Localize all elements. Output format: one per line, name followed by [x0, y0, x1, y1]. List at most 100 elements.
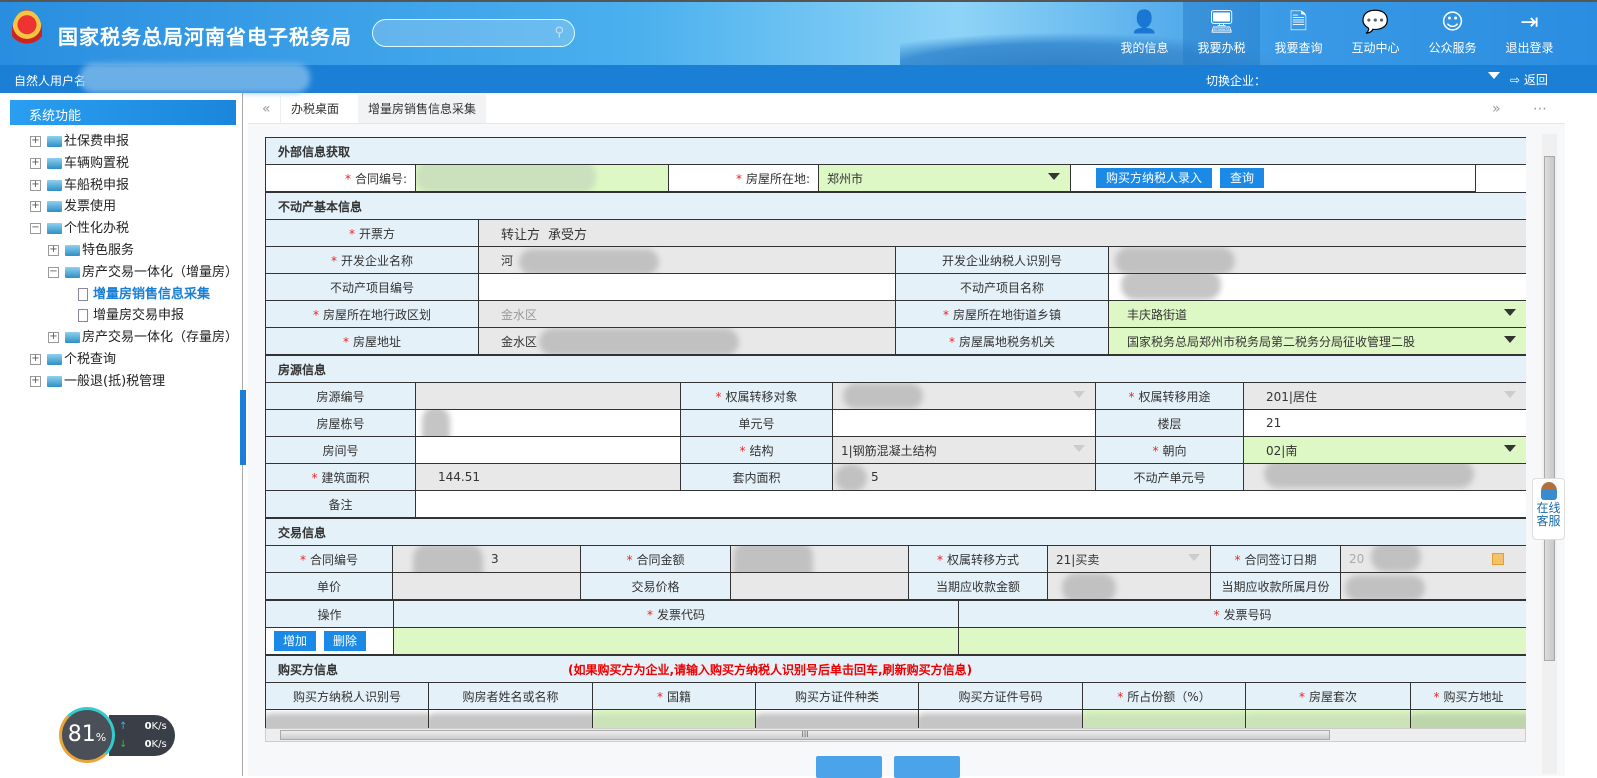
form-buyer-cols-5: 所占份额（%） — [1127, 689, 1211, 704]
invoice-code-input[interactable] — [393, 627, 959, 655]
radio-transferor[interactable]: 转让方 — [501, 228, 540, 243]
unit-number-input[interactable] — [832, 409, 1096, 437]
nav-public-service[interactable]: ☺ 公众服务 — [1414, 2, 1491, 67]
td: * 权属转移对象 — [680, 382, 833, 410]
required-marker: * — [715, 389, 722, 404]
tree-item-new-house-sales-collection[interactable]: 增量房销售信息采集 — [30, 284, 238, 306]
folder-icon — [65, 244, 80, 256]
tr: 购买方信息 (如果购买方为企业,请输入购买方纳税人识别号后单击回车,刷新购买方信息… — [265, 655, 1526, 683]
contract-amount-field[interactable] — [730, 545, 909, 573]
structure-select[interactable]: 1|钢筋混凝土结构 — [832, 436, 1096, 464]
contract-number-input[interactable] — [415, 164, 669, 192]
calendar-icon[interactable] — [1492, 553, 1505, 565]
folder-icon — [47, 353, 62, 365]
online-support-button[interactable]: 在线 客服 — [1532, 478, 1565, 540]
orientation-select[interactable]: 02|南 — [1242, 436, 1526, 464]
query-button[interactable]: 查询 — [1220, 168, 1265, 188]
tree-item-new-house[interactable]: − 房产交易一体化（增量房） — [30, 262, 238, 284]
sign-date-input[interactable]: 20 — [1339, 545, 1526, 573]
top-header: 国家税务总局河南省电子税务局 ⚲ 👤 我的信息 🖥 我要办税 🗎 我要查询 💬 互动中心… — [0, 0, 1597, 72]
tree-item-invoice-use[interactable]: + 发票使用 — [30, 196, 238, 218]
form-estate-dev-name-value: 河 — [501, 253, 514, 268]
tree-item-personalized[interactable]: − 个性化办税 — [30, 218, 238, 240]
tree-item-vehicle-purchase-tax[interactable]: + 车辆购置税 — [30, 153, 238, 175]
tr: 外部信息获取 — [265, 137, 1526, 165]
search-icon[interactable]: ⚲ — [554, 25, 564, 40]
bottom-action-button-2[interactable] — [894, 756, 960, 778]
nav-my-info[interactable]: 👤 我的信息 — [1106, 2, 1183, 67]
tabs-scroll-left-icon[interactable]: « — [262, 101, 271, 117]
tree-item-new-house-declaration[interactable]: 增量房交易申报 — [30, 305, 238, 327]
house-location-select[interactable]: 郑州市 — [818, 164, 1071, 192]
nav-logout[interactable]: ⇥ 退出登录 — [1491, 2, 1568, 67]
building-number-input[interactable] — [415, 409, 681, 437]
logout-icon: ⇥ — [1520, 10, 1539, 35]
delete-invoice-button[interactable]: 删除 — [324, 631, 367, 651]
radio-transferee[interactable]: 承受方 — [548, 228, 587, 243]
tree-item-iit-query[interactable]: + 个税查询 — [30, 349, 238, 371]
sidebar-collapse-handle[interactable] — [240, 390, 246, 465]
section-title: 外部信息获取 — [265, 137, 1526, 165]
inner-area-field[interactable]: 5 — [832, 463, 1096, 491]
form-house-src-no: 房源编号 — [265, 382, 416, 410]
tree-item-refund-management[interactable]: + 一般退(抵)税管理 — [30, 371, 238, 393]
address-field[interactable]: 金水区 — [478, 327, 896, 355]
trade-contract-number-field[interactable]: 3 — [392, 545, 581, 573]
street-select[interactable]: 丰庆路街道 — [1107, 300, 1526, 328]
transfer-use-select[interactable]: 201|居住 — [1242, 382, 1526, 410]
switch-company-dropdown-icon[interactable] — [1488, 72, 1500, 79]
tab-new-house-sales[interactable]: 增量房销售信息采集 — [358, 95, 487, 123]
buyer-taxpayer-entry-button[interactable]: 购买方纳税人录入 — [1096, 168, 1213, 188]
td: * 合同编号 — [265, 545, 393, 573]
sidebar-items-3: 发票使用 — [64, 199, 117, 215]
tree-item-vehicle-vessel-tax[interactable]: + 车船税申报 — [30, 175, 238, 197]
required-marker: * — [948, 334, 955, 349]
tree-item-social-insurance[interactable]: + 社保费申报 — [30, 131, 238, 153]
floor-input[interactable]: 21 — [1242, 409, 1526, 437]
nav-label: 我的信息 — [1120, 41, 1169, 55]
div — [1345, 575, 1425, 599]
add-invoice-button[interactable]: 增加 — [274, 631, 317, 651]
td: 购买方纳税人录入 查询 — [1070, 164, 1476, 192]
folder-icon — [47, 136, 62, 147]
transfer-object-select[interactable] — [832, 382, 1096, 410]
form-house-inner-area-value: 5 — [871, 470, 879, 484]
project-number-input[interactable] — [478, 273, 896, 301]
tr: 不动产基本信息 — [265, 192, 1526, 220]
sysmon-cpu: 81 — [67, 722, 96, 747]
tree-item-existing-house[interactable]: + 房产交易一体化（存量房） — [30, 327, 238, 349]
required-marker: * — [342, 334, 349, 349]
required-marker: * — [936, 552, 943, 567]
nav-interaction[interactable]: 💬 互动中心 — [1337, 2, 1414, 67]
horizontal-scrollbar[interactable]: III — [265, 728, 1526, 742]
tab-tax-desktop[interactable]: 办税桌面 — [280, 95, 349, 123]
bottom-action-button-1[interactable] — [816, 756, 882, 778]
tax-office-select[interactable]: 国家税务总局郑州市税务局第二税务分局征收管理二股 — [1107, 327, 1526, 355]
vertical-scrollbar[interactable] — [1542, 134, 1557, 774]
transfer-way-select[interactable]: 21|买卖 — [1047, 545, 1211, 573]
redacted-username — [80, 63, 310, 93]
form-estate-street-label: 房屋所在地街道乡镇 — [952, 307, 1061, 322]
project-name-input[interactable] — [1107, 273, 1526, 301]
section-title: 交易信息 — [265, 518, 1526, 546]
room-number-input[interactable] — [415, 436, 681, 464]
remark-input[interactable] — [414, 490, 1526, 518]
issuer-radio-group[interactable]: 转让方 承受方 — [477, 219, 1526, 247]
nav-query[interactable]: 🗎 我要查询 — [1260, 2, 1337, 67]
system-monitor-widget: ↑ 0K/s ↓ 0K/s 81% — [59, 707, 175, 763]
form-trade-inv-code: 发票代码 — [656, 607, 705, 622]
tree-item-special-services[interactable]: + 特色服务 — [30, 240, 238, 262]
site-title: 国家税务总局河南省电子税务局 — [58, 25, 352, 49]
tabs-scroll-right-icon[interactable]: » — [1492, 101, 1501, 117]
folder-icon — [47, 201, 62, 213]
search-input[interactable]: ⚲ — [372, 19, 575, 47]
invoice-number-input[interactable] — [958, 627, 1526, 655]
form-house-transfer-obj: 权属转移对象 — [725, 389, 798, 404]
back-button[interactable]: ⇨ 返回 — [1510, 71, 1548, 88]
form-trade-due-amt: 当期应收款金额 — [908, 572, 1048, 600]
nav-tax-handling[interactable]: 🖥 我要办税 — [1183, 2, 1260, 67]
required-marker: * — [656, 689, 663, 704]
sidebar: 系统功能 + 社保费申报 + 车辆购置税 + 车船税申报 + 发票使用 − 个性化办税 +… — [0, 93, 243, 776]
building-area-field[interactable]: 144.51 — [415, 463, 681, 491]
more-tabs-icon[interactable]: ⋯ — [1533, 101, 1547, 117]
